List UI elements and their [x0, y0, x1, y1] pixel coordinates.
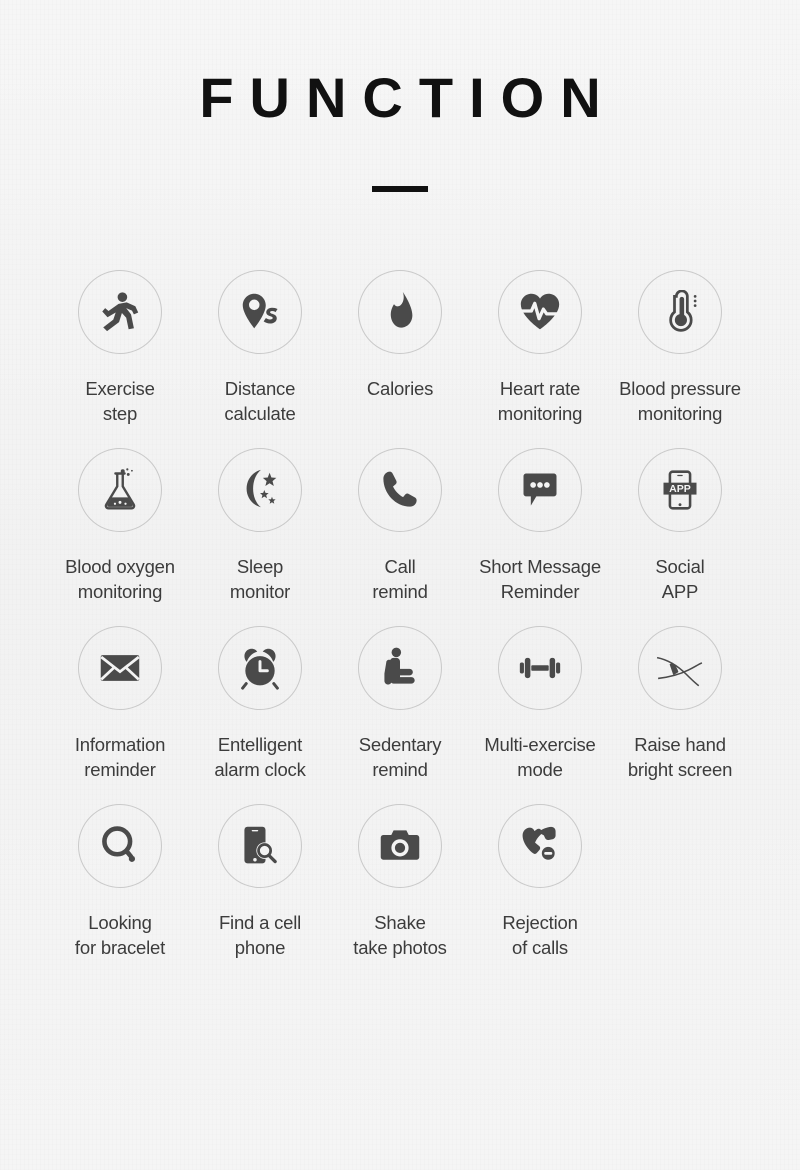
title-underline-rule — [372, 186, 428, 192]
feature-item-calories[interactable]: Calories — [330, 270, 470, 426]
feature-label: Raise hand bright screen — [627, 734, 733, 780]
feature-label: Blood oxygen monitoring — [65, 556, 175, 602]
function-feature-page: FUNCTION Exercise step Distance calculat… — [0, 0, 800, 1170]
feature-label: Heart rate monitoring — [497, 378, 583, 424]
magnifier-ring-icon — [98, 824, 142, 868]
feature-item-information-reminder[interactable]: Information reminder — [50, 626, 190, 782]
feature-row: Blood oxygen monitoring Sleep monitor Ca… — [50, 448, 750, 604]
feature-label: Blood pressure monitoring — [619, 378, 741, 424]
seated-person-icon — [378, 646, 422, 690]
feature-label: Entelligent alarm clock — [214, 734, 306, 780]
feature-item-blood-pressure-monitoring[interactable]: Blood pressure monitoring — [610, 270, 750, 426]
feature-item-sedentary-remind[interactable]: Sedentary remind — [330, 626, 470, 782]
feature-row: Information reminder Entelligent alarm c… — [50, 626, 750, 782]
feature-item-shake-take-photos[interactable]: Shake take photos — [330, 804, 470, 960]
phone-handset-icon — [379, 469, 421, 511]
icon-circle — [358, 448, 442, 532]
feature-item-call-remind[interactable]: Call remind — [330, 448, 470, 604]
feature-item-rejection-of-calls[interactable]: Rejection of calls — [470, 804, 610, 960]
running-person-icon — [97, 289, 143, 335]
feature-label: Distance calculate — [224, 378, 296, 424]
icon-circle — [358, 626, 442, 710]
camera-icon — [378, 824, 422, 868]
feature-item-exercise-step[interactable]: Exercise step — [50, 270, 190, 426]
icon-circle — [78, 448, 162, 532]
icon-circle — [218, 448, 302, 532]
icon-circle — [498, 804, 582, 888]
feature-item-raise-hand-bright-screen[interactable]: Raise hand bright screen — [610, 626, 750, 782]
feature-label: Short Message Reminder — [479, 556, 601, 602]
phone-search-icon — [238, 824, 282, 868]
feature-label: Find a cell phone — [218, 912, 302, 958]
feature-label: Call remind — [372, 556, 428, 602]
icon-circle — [78, 270, 162, 354]
feature-label: Looking for bracelet — [74, 912, 166, 958]
feature-item-intelligent-alarm-clock[interactable]: Entelligent alarm clock — [190, 626, 330, 782]
feature-label: Sedentary remind — [358, 734, 442, 780]
feature-item-social-app[interactable]: APP Social APP — [610, 448, 750, 604]
icon-circle — [358, 270, 442, 354]
icon-circle — [218, 270, 302, 354]
moon-stars-icon — [237, 467, 283, 513]
feature-item-sleep-monitor[interactable]: Sleep monitor — [190, 448, 330, 604]
icon-circle — [78, 804, 162, 888]
feature-grid: Exercise step Distance calculate Calorie… — [0, 270, 800, 960]
icon-circle — [218, 626, 302, 710]
feature-label: Social APP — [655, 556, 705, 602]
icon-circle — [498, 626, 582, 710]
icon-circle — [638, 626, 722, 710]
feature-item-heart-rate-monitoring[interactable]: Heart rate monitoring — [470, 270, 610, 426]
feature-item-blood-oxygen-monitoring[interactable]: Blood oxygen monitoring — [50, 448, 190, 604]
icon-circle — [638, 270, 722, 354]
icon-circle — [78, 626, 162, 710]
call-reject-icon — [518, 824, 562, 868]
feature-row: Exercise step Distance calculate Calorie… — [50, 270, 750, 426]
feature-item-distance-calculate[interactable]: Distance calculate — [190, 270, 330, 426]
phone-app-icon: APP — [658, 468, 702, 512]
app-icon-text: APP — [669, 483, 691, 495]
feature-label: Multi-exercise mode — [484, 734, 596, 780]
icon-circle — [358, 804, 442, 888]
heart-pulse-icon — [517, 289, 563, 335]
flask-bubbles-icon — [98, 468, 142, 512]
location-pin-route-icon — [237, 289, 283, 335]
feature-label: Information reminder — [74, 734, 166, 780]
feature-item-short-message-reminder[interactable]: Short Message Reminder — [470, 448, 610, 604]
feature-row: Looking for bracelet Find a cell phone S… — [50, 804, 750, 960]
feature-item-find-a-cell-phone[interactable]: Find a cell phone — [190, 804, 330, 960]
feature-label: Sleep monitor — [229, 556, 291, 602]
feature-label: Exercise step — [85, 378, 155, 424]
thermometer-icon — [658, 290, 702, 334]
feature-label: Shake take photos — [353, 912, 447, 958]
feature-label: Calories — [366, 378, 434, 399]
dumbbell-icon — [518, 646, 562, 690]
flame-icon — [378, 290, 422, 334]
icon-circle — [498, 448, 582, 532]
page-title: FUNCTION — [199, 66, 617, 129]
speech-bubble-dots-icon — [518, 468, 562, 512]
wrist-band-icon — [655, 643, 705, 693]
icon-circle — [218, 804, 302, 888]
icon-circle — [498, 270, 582, 354]
feature-item-multi-exercise-mode[interactable]: Multi-exercise mode — [470, 626, 610, 782]
page-header: FUNCTION — [0, 0, 800, 192]
alarm-clock-icon — [238, 646, 282, 690]
feature-item-looking-for-bracelet[interactable]: Looking for bracelet — [50, 804, 190, 960]
envelope-icon — [98, 646, 142, 690]
icon-circle: APP — [638, 448, 722, 532]
feature-label: Rejection of calls — [502, 912, 578, 958]
